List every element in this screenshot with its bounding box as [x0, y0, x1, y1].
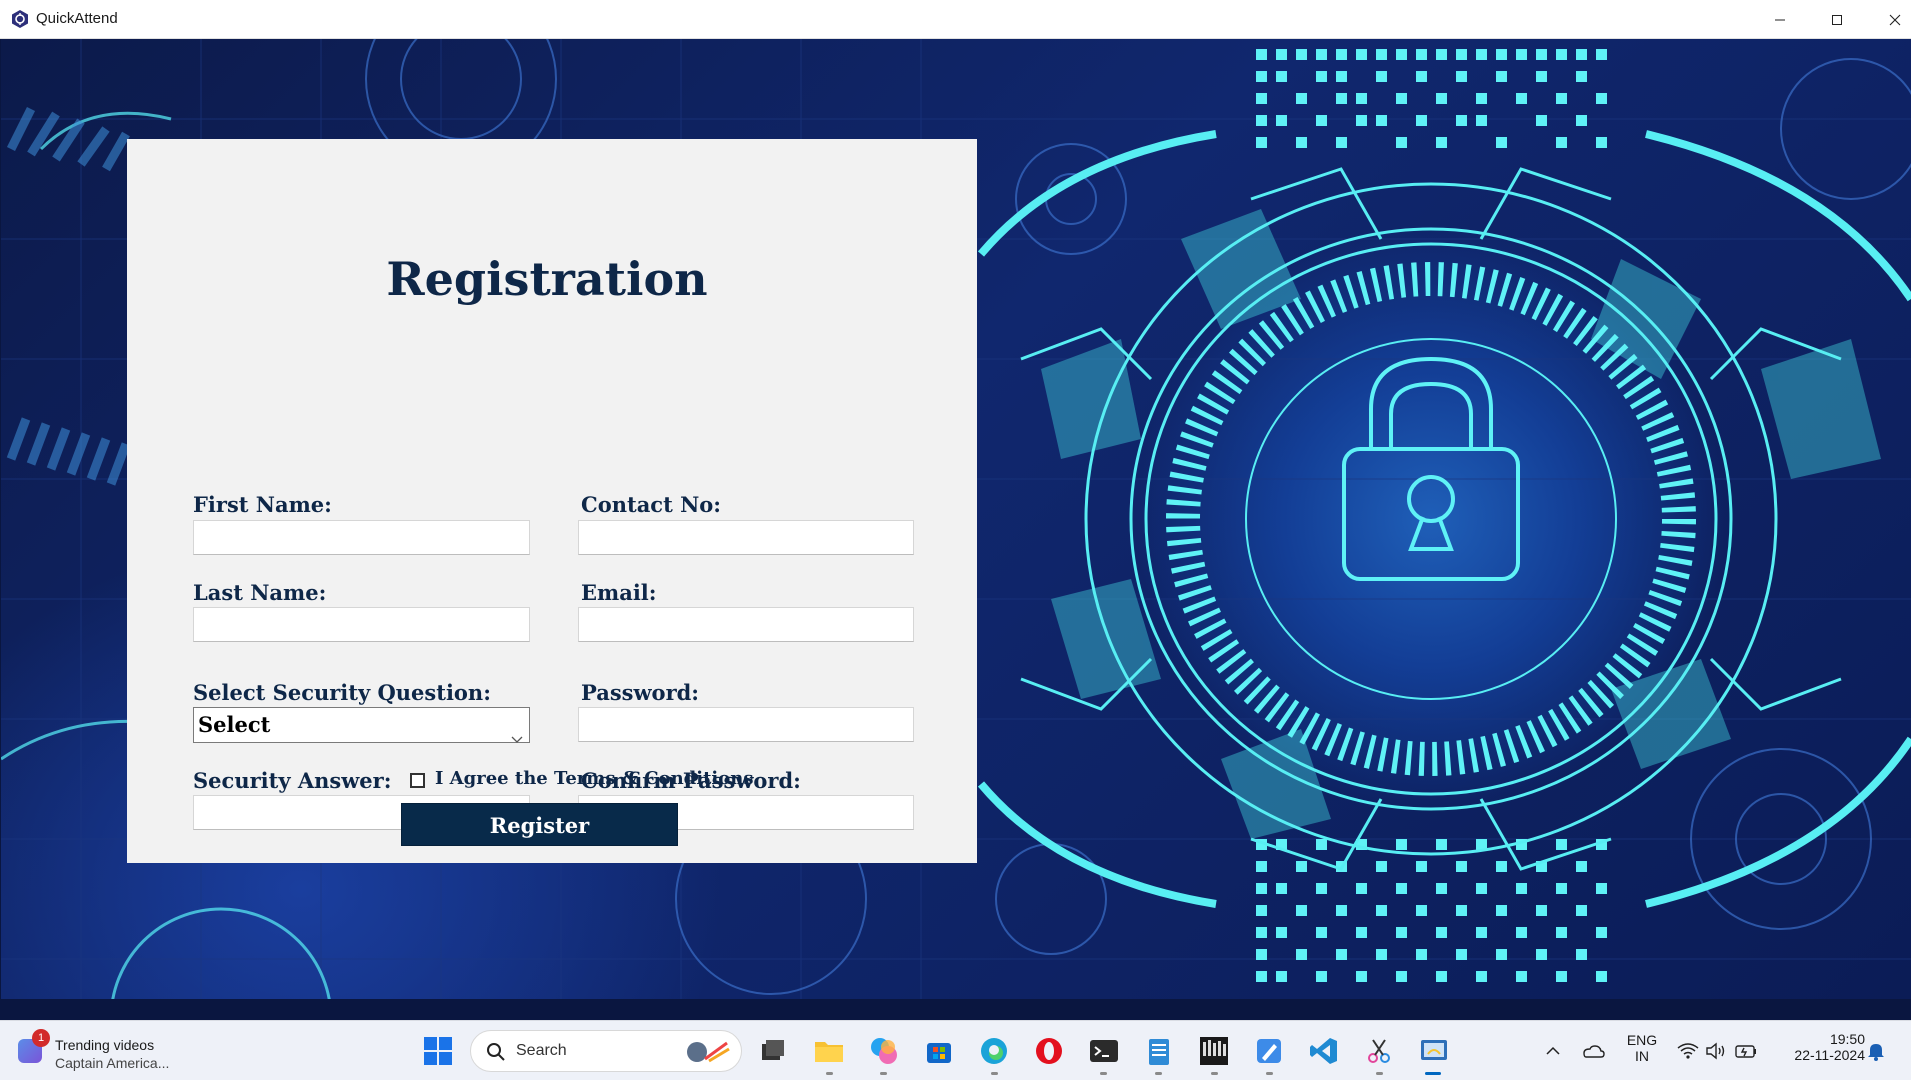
close-button[interactable]: [1866, 0, 1911, 39]
notification-badge: 1: [32, 1029, 50, 1047]
paint-icon[interactable]: [1251, 1033, 1287, 1069]
region-code: IN: [1635, 1048, 1649, 1064]
title-bar: QuickAttend: [0, 0, 1911, 39]
contact-no-label: Contact No:: [581, 492, 722, 517]
email-label: Email:: [581, 580, 657, 605]
search-placeholder: Search: [516, 1042, 567, 1059]
minimize-icon: [1775, 19, 1785, 20]
taskbar-search[interactable]: Search: [470, 1030, 742, 1072]
battery-icon[interactable]: [1728, 1033, 1764, 1069]
running-indicator: [1376, 1072, 1383, 1075]
password-input[interactable]: [578, 707, 914, 742]
onedrive-cloud-icon[interactable]: [1575, 1033, 1611, 1069]
registration-title: Registration: [386, 252, 708, 306]
hacker-app-icon[interactable]: [1196, 1033, 1232, 1069]
padlock-icon: [1342, 356, 1520, 581]
search-icon: [487, 1043, 505, 1061]
running-indicator: [1266, 1072, 1273, 1075]
terms-label[interactable]: I Agree the Terms & Conditions: [435, 768, 753, 789]
show-hidden-icons-chevron-up-icon[interactable]: [1535, 1033, 1571, 1069]
copilot-icon[interactable]: [866, 1033, 902, 1069]
active-indicator: [1425, 1072, 1441, 1075]
news-widget[interactable]: 1 Trending videos Captain America...: [14, 1029, 184, 1073]
widget-subtitle: Captain America...: [55, 1055, 170, 1071]
clock-time: 19:50: [1829, 1031, 1865, 1047]
widget-headline: Trending videos: [55, 1037, 155, 1053]
first-name-label: First Name:: [193, 492, 332, 517]
running-indicator: [880, 1072, 887, 1075]
terms-checkbox[interactable]: [410, 773, 425, 788]
security-question-select[interactable]: Select: [193, 707, 530, 743]
registration-panel: Registration First Name: Contact No: Las…: [127, 139, 977, 863]
notification-bell-icon[interactable]: [1858, 1033, 1894, 1069]
first-name-input[interactable]: [193, 520, 530, 555]
file-explorer-icon[interactable]: [811, 1033, 847, 1069]
close-icon: [1889, 14, 1901, 25]
task-view-icon[interactable]: [755, 1033, 791, 1069]
clock-date: 22-11-2024: [1794, 1047, 1865, 1063]
maximize-button[interactable]: [1808, 0, 1866, 39]
clock[interactable]: 19:50 22-11-2024: [1775, 1031, 1865, 1063]
security-question-label: Select Security Question:: [193, 680, 491, 705]
running-indicator: [1155, 1072, 1162, 1075]
app-logo-icon: [10, 9, 30, 29]
windows-start-icon[interactable]: [420, 1033, 456, 1069]
snipping-tool-icon[interactable]: [1361, 1033, 1397, 1069]
running-indicator: [826, 1072, 833, 1075]
app-content: Registration First Name: Contact No: Las…: [1, 39, 1911, 999]
register-button[interactable]: Register: [401, 803, 678, 846]
taskbar: 1 Trending videos Captain America... Sea…: [0, 1020, 1911, 1080]
vs-code-icon[interactable]: [1306, 1033, 1342, 1069]
minimize-button[interactable]: [1751, 0, 1809, 39]
edge-icon[interactable]: [976, 1033, 1012, 1069]
contact-no-input[interactable]: [578, 520, 914, 555]
opera-icon[interactable]: [1031, 1033, 1067, 1069]
running-indicator: [1100, 1072, 1107, 1075]
last-name-label: Last Name:: [193, 580, 327, 605]
notepad-icon[interactable]: [1141, 1033, 1177, 1069]
chevron-down-icon: [511, 720, 523, 754]
window-title: QuickAttend: [36, 10, 118, 27]
email-input[interactable]: [578, 607, 914, 642]
language-indicator[interactable]: ENG IN: [1622, 1032, 1662, 1064]
language-code: ENG: [1626, 1032, 1658, 1048]
terminal-icon[interactable]: [1086, 1033, 1122, 1069]
search-highlight-icon: [687, 1041, 730, 1063]
python-app-icon[interactable]: [1416, 1033, 1452, 1069]
running-indicator: [991, 1072, 998, 1075]
maximize-icon: [1832, 14, 1842, 25]
running-indicator: [1211, 1072, 1218, 1075]
security-question-value: Select: [198, 712, 271, 737]
password-label: Password:: [581, 680, 700, 705]
security-answer-label: Security Answer:: [193, 768, 392, 793]
microsoft-store-icon[interactable]: [921, 1033, 957, 1069]
last-name-input[interactable]: [193, 607, 530, 642]
app-window: QuickAttend Registration First Name: Con…: [0, 0, 1911, 1020]
